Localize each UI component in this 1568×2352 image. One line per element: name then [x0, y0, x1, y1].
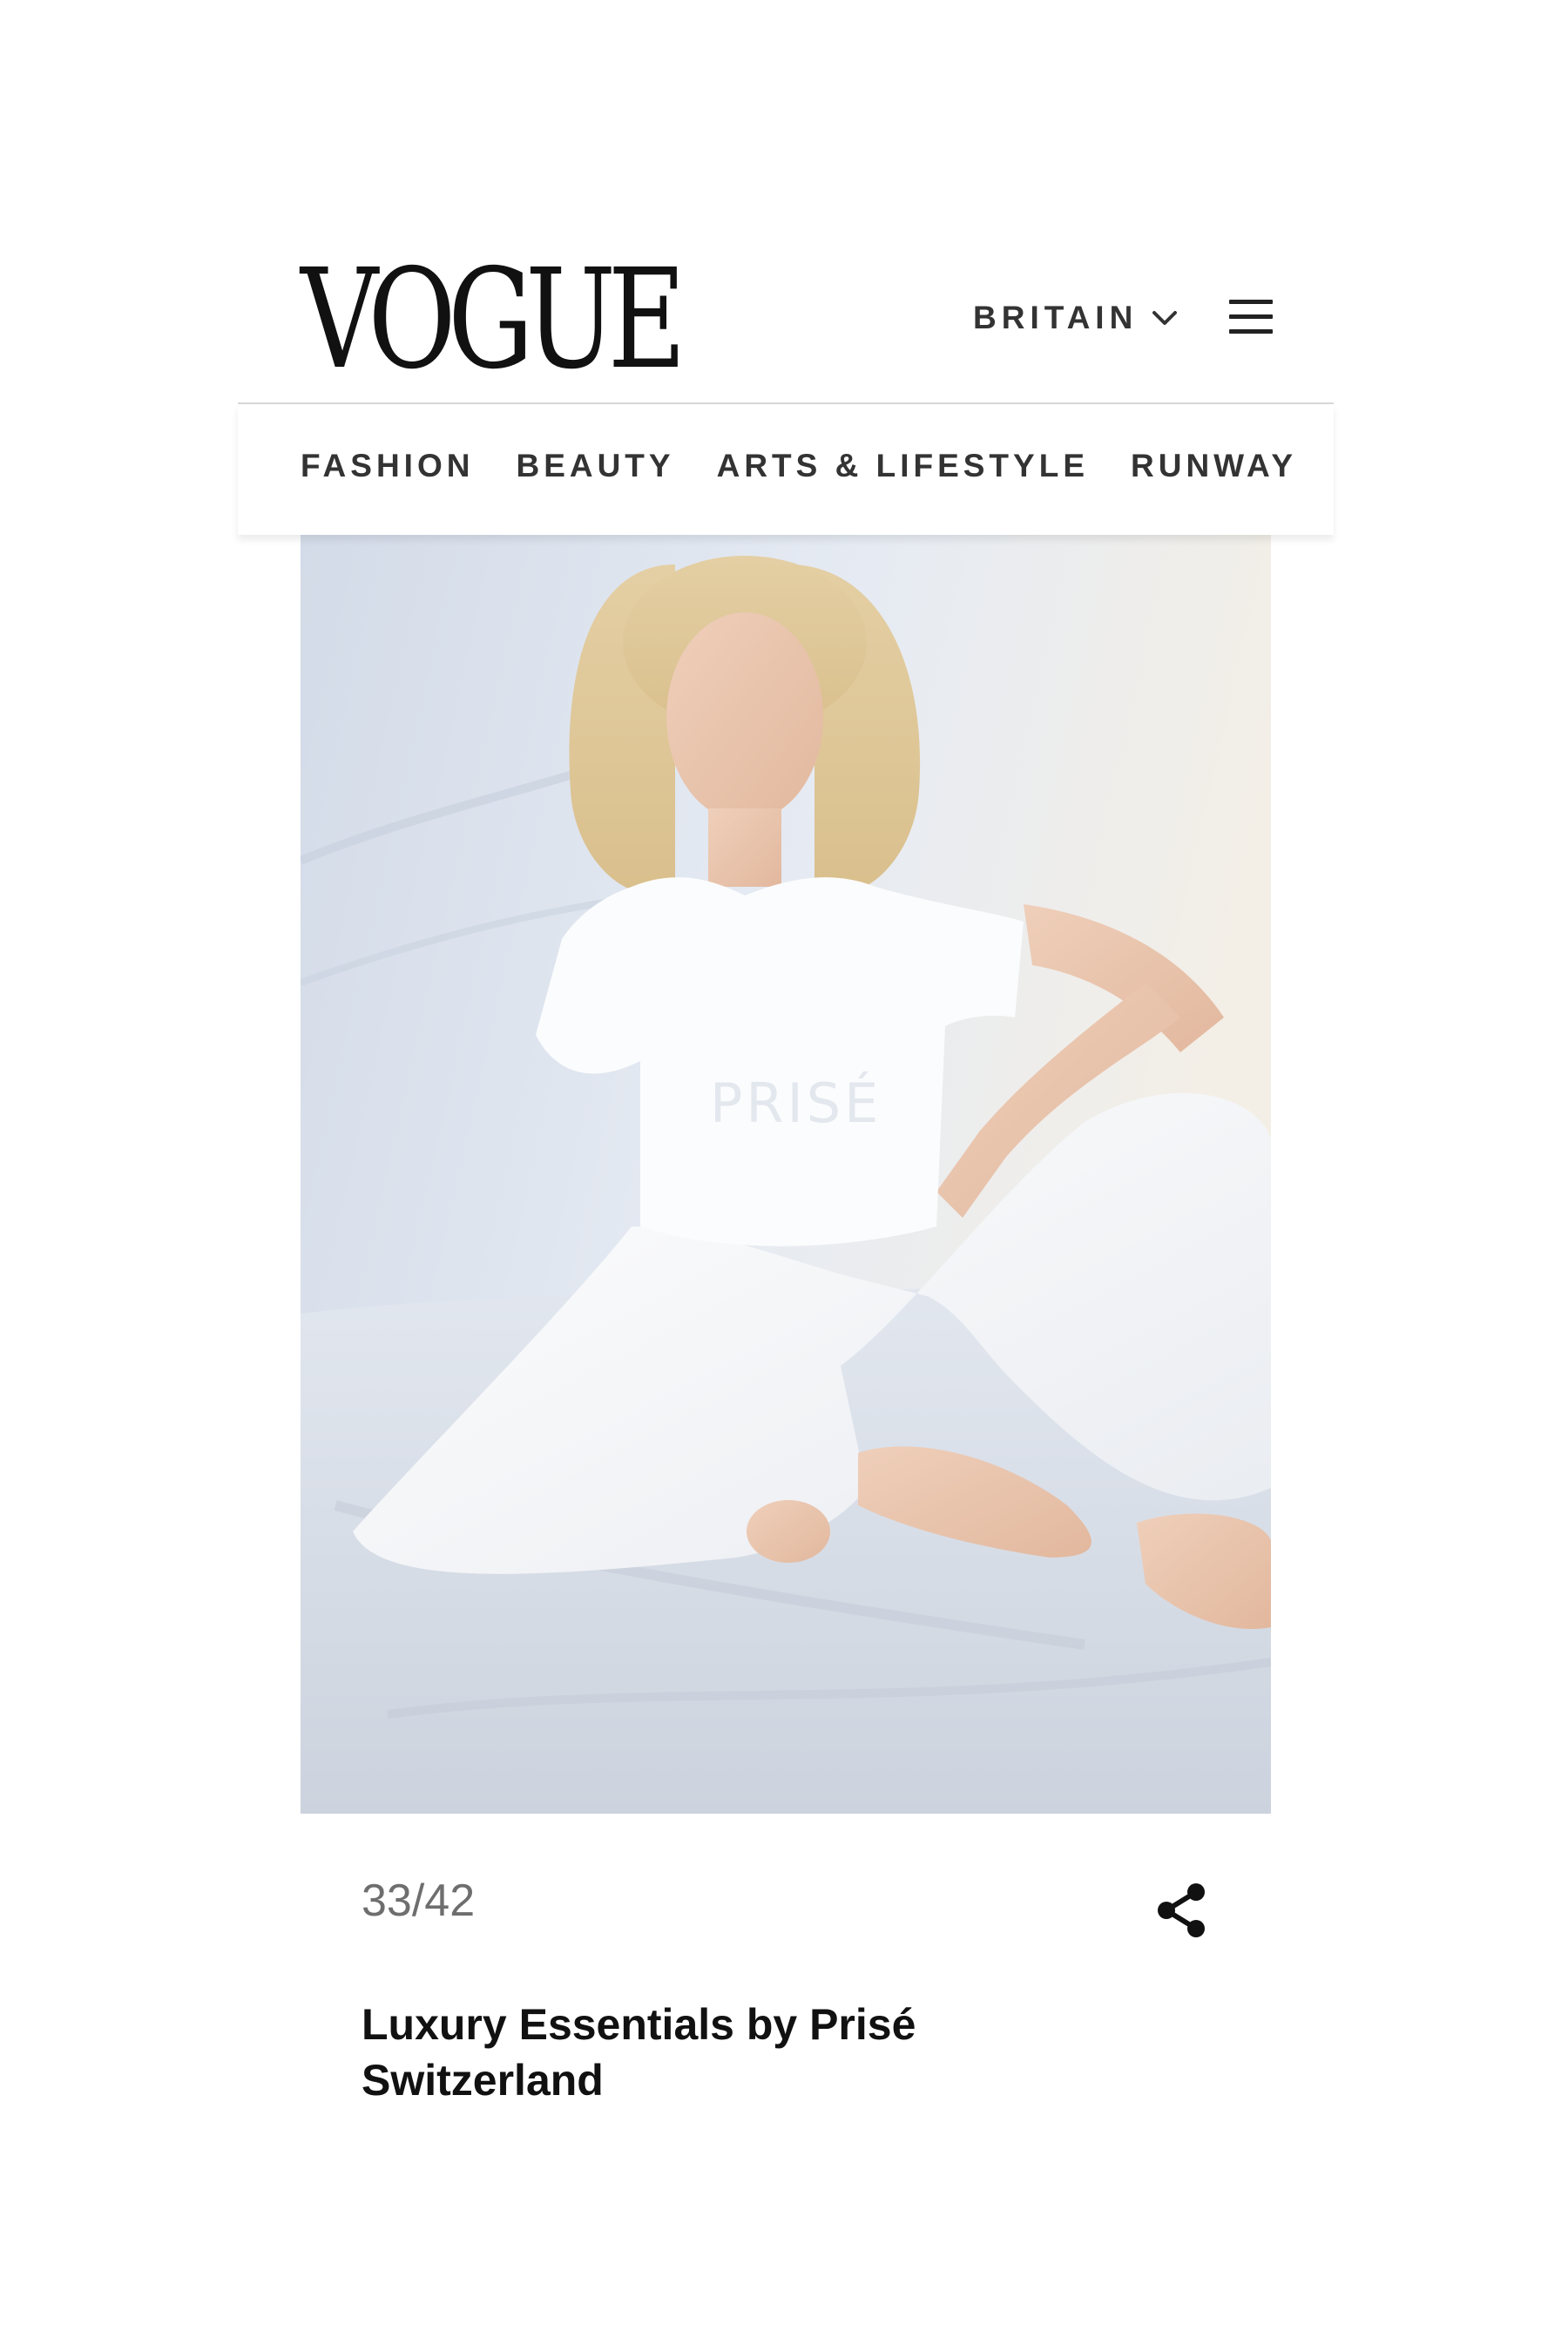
gallery-counter: 33/42: [362, 1876, 476, 1926]
edition-selector[interactable]: BRITAIN: [973, 300, 1178, 336]
nav-item-beauty[interactable]: BEAUTY: [516, 448, 674, 484]
nav-item-arts-lifestyle[interactable]: ARTS & LIFESTYLE: [717, 448, 1089, 484]
shirt-print-text: PRISÉ: [710, 1071, 882, 1135]
nav-scroll-fade: [1299, 404, 1334, 535]
edition-label: BRITAIN: [973, 300, 1139, 335]
nav-item-fashion[interactable]: FASHION: [301, 448, 474, 484]
hamburger-menu-icon[interactable]: [1229, 300, 1273, 335]
vogue-gallery-page: VOGUE BRITAIN FASHION BEAUTY ARTS & LIFE…: [238, 220, 1334, 2136]
gallery-caption: Luxury Essentials by Prisé Switzerland: [362, 2000, 916, 2105]
model-in-white-outfit-image: PRISÉ: [301, 530, 1271, 1814]
site-header: VOGUE BRITAIN: [238, 220, 1334, 404]
nav-item-runway[interactable]: RUNWAY: [1131, 448, 1297, 484]
chevron-down-icon: [1152, 311, 1178, 325]
section-nav: FASHION BEAUTY ARTS & LIFESTYLE RUNWAY N: [238, 404, 1334, 535]
share-icon[interactable]: [1154, 1882, 1208, 1939]
vogue-logo[interactable]: VOGUE: [301, 251, 686, 389]
gallery-photo[interactable]: PRISÉ: [301, 530, 1271, 1814]
